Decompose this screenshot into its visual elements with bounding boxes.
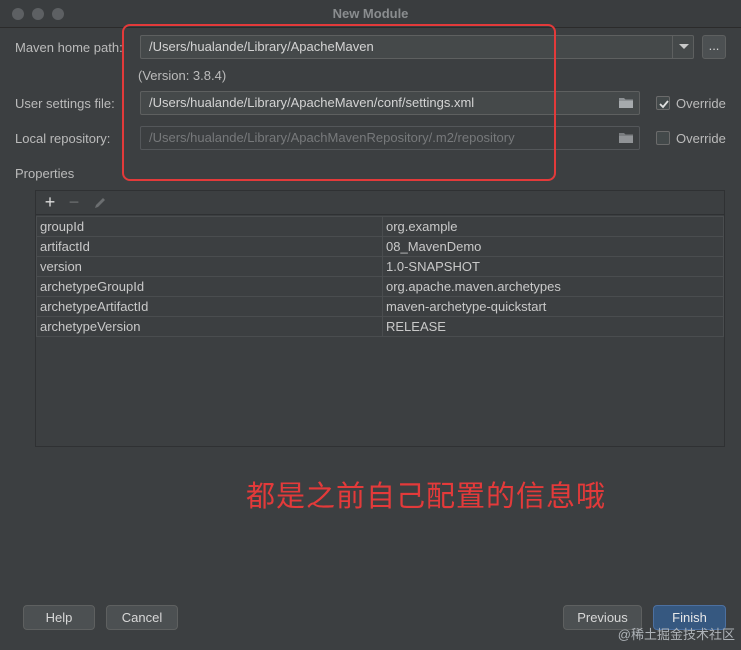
property-value[interactable]: org.apache.maven.archetypes (382, 276, 724, 297)
pencil-icon (95, 198, 105, 208)
watermark: @稀土掘金技术社区 (617, 627, 735, 642)
table-row[interactable]: archetypeVersion RELEASE (36, 316, 724, 337)
add-property-button[interactable]: + (40, 193, 60, 213)
table-row[interactable]: artifactId 08_MavenDemo (36, 236, 724, 257)
remove-property-button[interactable]: − (64, 193, 84, 213)
maven-home-dropdown-button[interactable] (672, 36, 693, 58)
checkmark-icon (659, 100, 669, 109)
table-row[interactable]: archetypeArtifactId maven-archetype-quick… (36, 296, 724, 317)
local-repo-override-label[interactable]: Override (676, 131, 726, 146)
properties-table: groupId org.example artifactId 08_MavenDem… (36, 216, 724, 337)
folder-icon[interactable] (619, 97, 633, 108)
user-settings-label: User settings file: (15, 96, 115, 111)
local-repo-override-checkbox[interactable] (656, 131, 670, 145)
properties-toolbar: + − (36, 191, 724, 215)
table-row[interactable]: archetypeGroupId org.apache.maven.archety… (36, 276, 724, 297)
local-repo-label: Local repository: (15, 131, 111, 146)
folder-icon[interactable] (619, 132, 633, 143)
help-button[interactable]: Help (23, 605, 95, 630)
property-key[interactable]: archetypeArtifactId (36, 296, 383, 317)
property-key[interactable]: archetypeGroupId (36, 276, 383, 297)
cancel-button[interactable]: Cancel (106, 605, 178, 630)
maven-home-browse-button[interactable]: ... (702, 35, 726, 59)
window-title: New Module (332, 6, 409, 21)
property-value[interactable]: 1.0-SNAPSHOT (382, 256, 724, 277)
user-settings-override-checkbox[interactable] (656, 96, 670, 110)
property-value[interactable]: maven-archetype-quickstart (382, 296, 724, 317)
edit-property-button[interactable] (90, 193, 110, 213)
annotation-highlight-box (122, 24, 556, 181)
properties-label: Properties (15, 166, 75, 181)
table-row[interactable]: version 1.0-SNAPSHOT (36, 256, 724, 277)
maven-home-label: Maven home path: (15, 40, 123, 55)
property-key[interactable]: version (36, 256, 383, 277)
property-value[interactable]: 08_MavenDemo (382, 236, 724, 257)
property-key[interactable]: groupId (36, 216, 383, 237)
user-settings-override-label[interactable]: Override (676, 96, 726, 111)
annotation-note: 都是之前自己配置的信息哦 (246, 479, 607, 513)
property-key[interactable]: archetypeVersion (36, 316, 383, 337)
property-value[interactable]: org.example (382, 216, 724, 237)
table-row[interactable]: groupId org.example (36, 216, 724, 237)
properties-panel: + − groupId org.example artifactId 08_Mave… (35, 190, 725, 447)
property-value[interactable]: RELEASE (382, 316, 724, 337)
chevron-down-icon (679, 44, 689, 49)
property-key[interactable]: artifactId (36, 236, 383, 257)
